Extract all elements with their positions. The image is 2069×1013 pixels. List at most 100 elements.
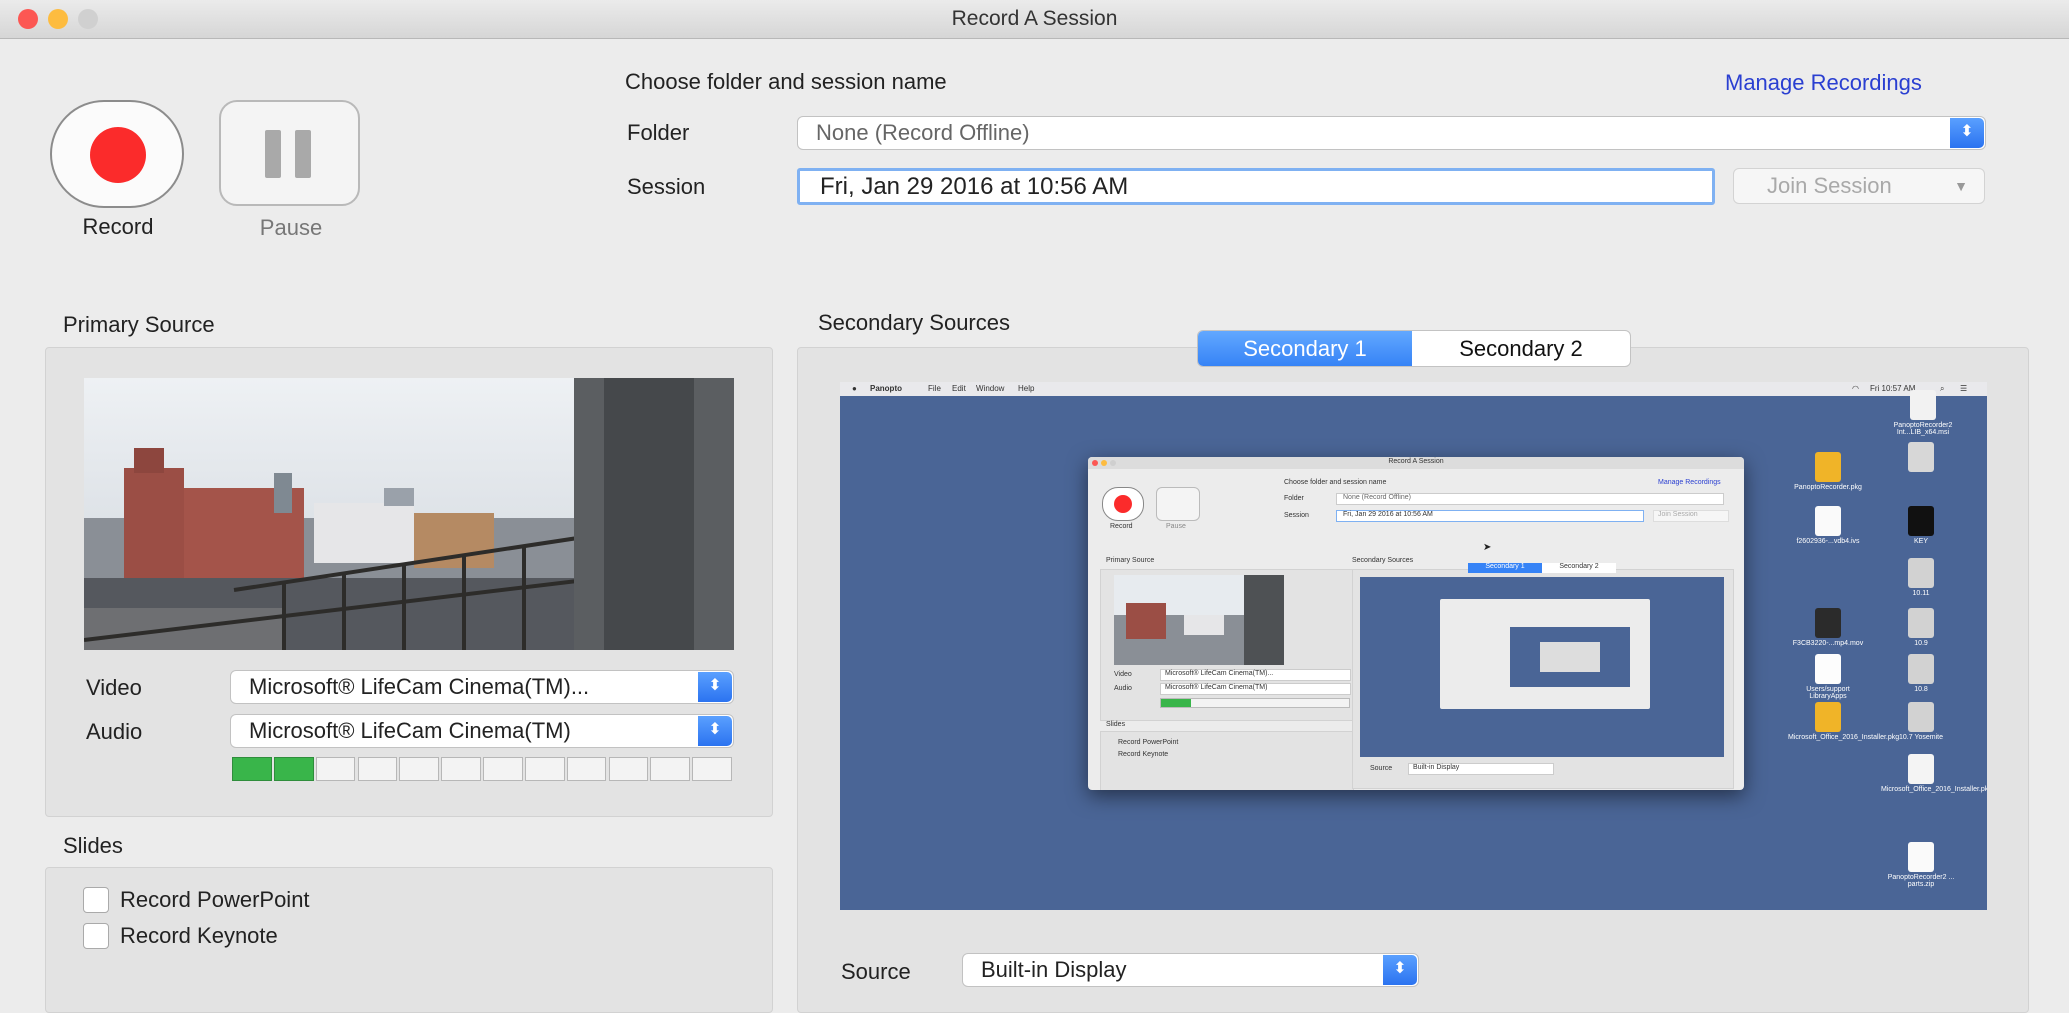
captured-secondary-heading: Secondary Sources	[1352, 557, 1414, 564]
title-bar: Record A Session	[0, 0, 2069, 39]
desktop-item-label: Users/support LibraryApps	[1806, 686, 1850, 700]
disk-icon	[1908, 654, 1934, 684]
mouse-cursor-icon: ➤	[1483, 542, 1492, 553]
audio-level-segment	[357, 757, 398, 781]
tab-secondary-1[interactable]: Secondary 1	[1198, 331, 1412, 366]
notification-center-icon: ☰	[1960, 384, 1968, 393]
audio-level-segment	[524, 757, 565, 781]
folder-label: Folder	[627, 120, 690, 145]
captured-tab-secondary-1: Secondary 1	[1468, 563, 1542, 573]
captured-video-select: Microsoft® LifeCam Cinema(TM)...	[1160, 669, 1351, 681]
disk-icon	[1908, 442, 1934, 472]
captured-pause-label: Pause	[1166, 523, 1186, 530]
dropdown-arrow-icon: ▼	[1954, 178, 1968, 194]
desktop-item-label: Microsoft_Office_2016_Installer.pkg	[1881, 786, 1987, 793]
folder-select[interactable]: None (Record Offline) ⬍	[797, 116, 1986, 150]
desktop-item-label: 10.9	[1914, 640, 1928, 647]
secondary-tab-control: Secondary 1 Secondary 2	[1197, 330, 1631, 367]
video-source-select[interactable]: Microsoft® LifeCam Cinema(TM)... ⬍	[230, 670, 734, 704]
record-powerpoint-checkbox[interactable]	[83, 887, 109, 913]
document-icon	[1815, 654, 1841, 684]
captured-folder-label: Folder	[1284, 495, 1304, 502]
captured-camera-preview	[1114, 575, 1284, 665]
document-icon	[1910, 390, 1936, 420]
pause-icon	[265, 130, 315, 178]
desktop-item-label: PanoptoRecorder2 Int...LIB_x64.msi	[1893, 422, 1953, 436]
audio-level-segment	[232, 757, 272, 781]
audio-level-segment	[608, 757, 649, 781]
audio-level-segment	[650, 757, 691, 781]
manage-recordings-link[interactable]: Manage Recordings	[1725, 70, 1922, 96]
record-keynote-label: Record Keynote	[120, 923, 278, 948]
document-icon	[1815, 506, 1841, 536]
primary-source-heading: Primary Source	[63, 312, 215, 337]
desktop-item-label: Microsoft_Office_2016_Installer.pkg	[1788, 734, 1900, 741]
package-icon	[1815, 702, 1841, 732]
captured-manage-link: Manage Recordings	[1658, 479, 1721, 486]
audio-source-select[interactable]: Microsoft® LifeCam Cinema(TM) ⬍	[230, 714, 734, 748]
captured-audio-label: Audio	[1114, 685, 1132, 692]
captured-primary-heading: Primary Source	[1106, 557, 1155, 564]
audio-source-value: Microsoft® LifeCam Cinema(TM)	[249, 718, 571, 743]
source-select[interactable]: Built-in Display ⬍	[962, 953, 1419, 987]
captured-record-label: Record	[1110, 523, 1133, 530]
desktop-item-label: 10.7 Yosemite	[1899, 734, 1943, 741]
captured-audio-meter	[1160, 698, 1350, 708]
disk-icon	[1908, 608, 1934, 638]
record-keynote-checkbox[interactable]	[83, 923, 109, 949]
video-file-icon	[1815, 608, 1841, 638]
captured-menu-edit: Edit	[952, 384, 966, 393]
captured-nested-desktop	[1360, 577, 1724, 757]
record-button[interactable]	[50, 100, 184, 208]
audio-level-segment	[399, 757, 440, 781]
captured-record-powerpoint: Record PowerPoint	[1118, 739, 1179, 746]
captured-menu-bar: ● Panopto File Edit Window Help ◠ Fri 10…	[840, 382, 1987, 396]
captured-folder-select: None (Record Offline)	[1336, 493, 1724, 505]
document-icon	[1908, 754, 1934, 784]
captured-source-label: Source	[1370, 765, 1393, 772]
source-label: Source	[841, 959, 911, 984]
desktop-item-label: PanoptoRecorder2 ... parts.zip	[1887, 874, 1955, 888]
apple-icon: ●	[852, 384, 857, 393]
captured-menu-help: Help	[1018, 384, 1035, 393]
captured-join-button: Join Session	[1653, 510, 1729, 522]
up-down-chevron-icon: ⬍	[1950, 118, 1984, 148]
audio-label: Audio	[86, 719, 143, 744]
join-session-label: Join Session	[1767, 173, 1892, 198]
captured-pause-button	[1156, 487, 1200, 521]
tab-secondary-2[interactable]: Secondary 2	[1412, 331, 1630, 366]
audio-level-segment	[441, 757, 481, 781]
record-powerpoint-label: Record PowerPoint	[120, 887, 310, 912]
wifi-icon: ◠	[1852, 384, 1859, 393]
captured-video-label: Video	[1114, 671, 1132, 678]
desktop-item-label: 10.11	[1912, 590, 1930, 597]
audio-level-segment	[483, 757, 523, 781]
captured-title-bar: Record A Session	[1088, 457, 1744, 469]
screen-capture-preview: ● Panopto File Edit Window Help ◠ Fri 10…	[840, 382, 1987, 910]
disk-icon	[1908, 558, 1934, 588]
choose-folder-heading: Choose folder and session name	[625, 69, 947, 94]
captured-session-input: Fri, Jan 29 2016 at 10:56 AM	[1336, 510, 1644, 522]
audio-level-segment	[692, 757, 732, 781]
captured-slides-heading: Slides	[1106, 721, 1126, 728]
captured-source-select: Built-in Display	[1408, 763, 1554, 775]
desktop-item-label: PanoptoRecorder.pkg	[1794, 484, 1862, 491]
audio-level-segment	[566, 757, 607, 781]
desktop-item-label: f2602936-...vdb4.ivs	[1796, 538, 1860, 545]
pause-button[interactable]	[219, 100, 360, 206]
terminal-icon	[1908, 506, 1934, 536]
slides-heading: Slides	[63, 833, 123, 858]
join-session-button[interactable]: Join Session ▼	[1733, 168, 1985, 204]
audio-level-segment	[315, 757, 356, 781]
desktop-item-label: KEY	[1913, 538, 1928, 545]
window-title: Record A Session	[951, 7, 1118, 30]
disk-icon	[1908, 702, 1934, 732]
desktop-item-label: F3CB3220-...mp4.mov	[1792, 640, 1864, 647]
captured-menu-panopto: Panopto	[870, 384, 902, 393]
desktop-item-label: 10.8	[1914, 686, 1928, 693]
record-icon	[1114, 495, 1132, 513]
session-name-input[interactable]: Fri, Jan 29 2016 at 10:56 AM	[797, 168, 1715, 205]
folder-select-value: None (Record Offline)	[816, 120, 1030, 145]
up-down-chevron-icon: ⬍	[698, 716, 732, 746]
captured-tab-secondary-2: Secondary 2	[1542, 563, 1616, 573]
